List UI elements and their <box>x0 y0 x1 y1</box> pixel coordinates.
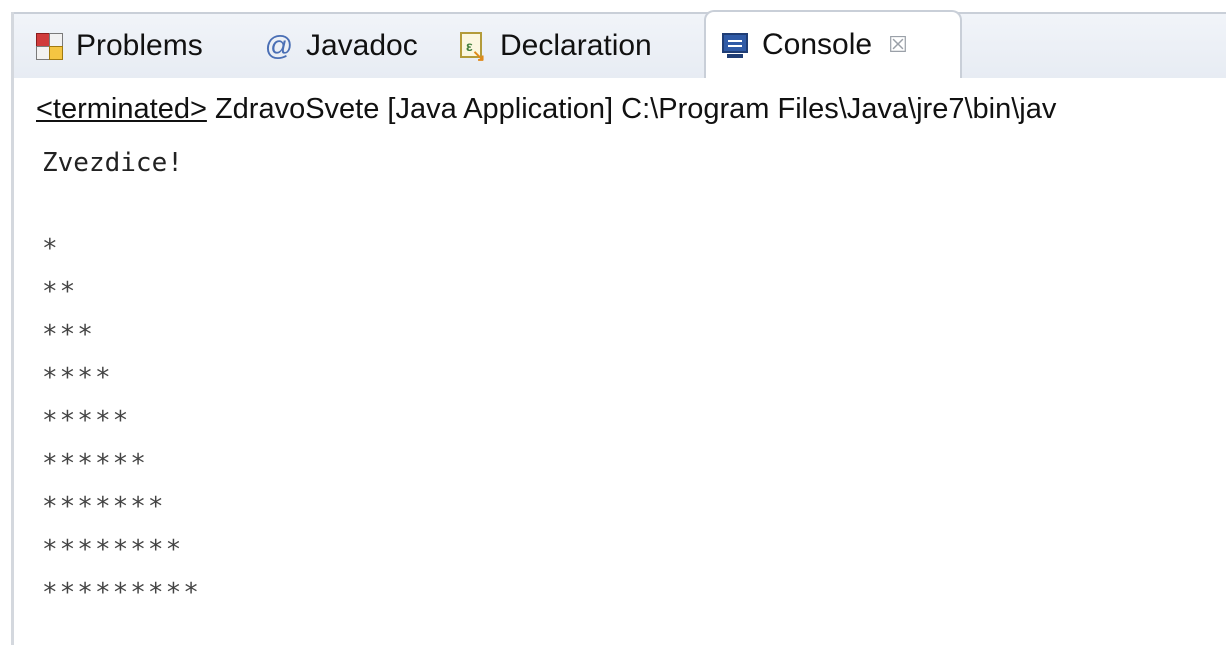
tab-console[interactable]: Console ☒ <box>704 10 962 78</box>
terminated-label: <terminated> <box>36 93 207 125</box>
tab-declaration[interactable]: ε ↘ Declaration <box>458 14 652 78</box>
output-line: ** <box>42 277 78 307</box>
output-line: ****** <box>42 449 148 479</box>
tab-problems[interactable]: Problems <box>34 14 203 78</box>
view-left-border <box>11 12 14 645</box>
tab-problems-label: Problems <box>76 29 203 62</box>
javadoc-icon: @ <box>264 30 294 61</box>
output-line: * <box>42 234 60 264</box>
output-line: ********* <box>42 578 201 608</box>
output-line: ***** <box>42 406 131 436</box>
process-status-line: <terminated> ZdravoSvete [Java Applicati… <box>36 93 1226 133</box>
console-output[interactable]: Zvezdice! * ** *** **** ***** ****** ***… <box>42 142 1222 615</box>
declaration-icon: ε ↘ <box>458 30 488 65</box>
console-icon <box>720 30 750 60</box>
output-blank-line <box>42 185 1222 228</box>
tab-console-label: Console <box>762 28 873 61</box>
tab-javadoc-label: Javadoc <box>306 29 418 62</box>
close-icon[interactable]: ☒ <box>888 32 908 58</box>
output-heading: Zvezdice! <box>42 148 183 178</box>
tab-declaration-label: Declaration <box>500 29 652 62</box>
output-line: *** <box>42 320 95 350</box>
console-view: Problems @ Javadoc ε ↘ Declaration Consol… <box>0 0 1226 645</box>
problems-icon <box>34 31 64 61</box>
launch-description: ZdravoSvete [Java Application] C:\Progra… <box>206 93 1057 125</box>
tab-javadoc[interactable]: @ Javadoc <box>264 14 418 78</box>
output-line: **** <box>42 363 113 393</box>
output-line: ******* <box>42 492 166 522</box>
output-line: ******** <box>42 535 184 565</box>
view-tab-bar: Problems @ Javadoc ε ↘ Declaration Consol… <box>14 10 1226 78</box>
